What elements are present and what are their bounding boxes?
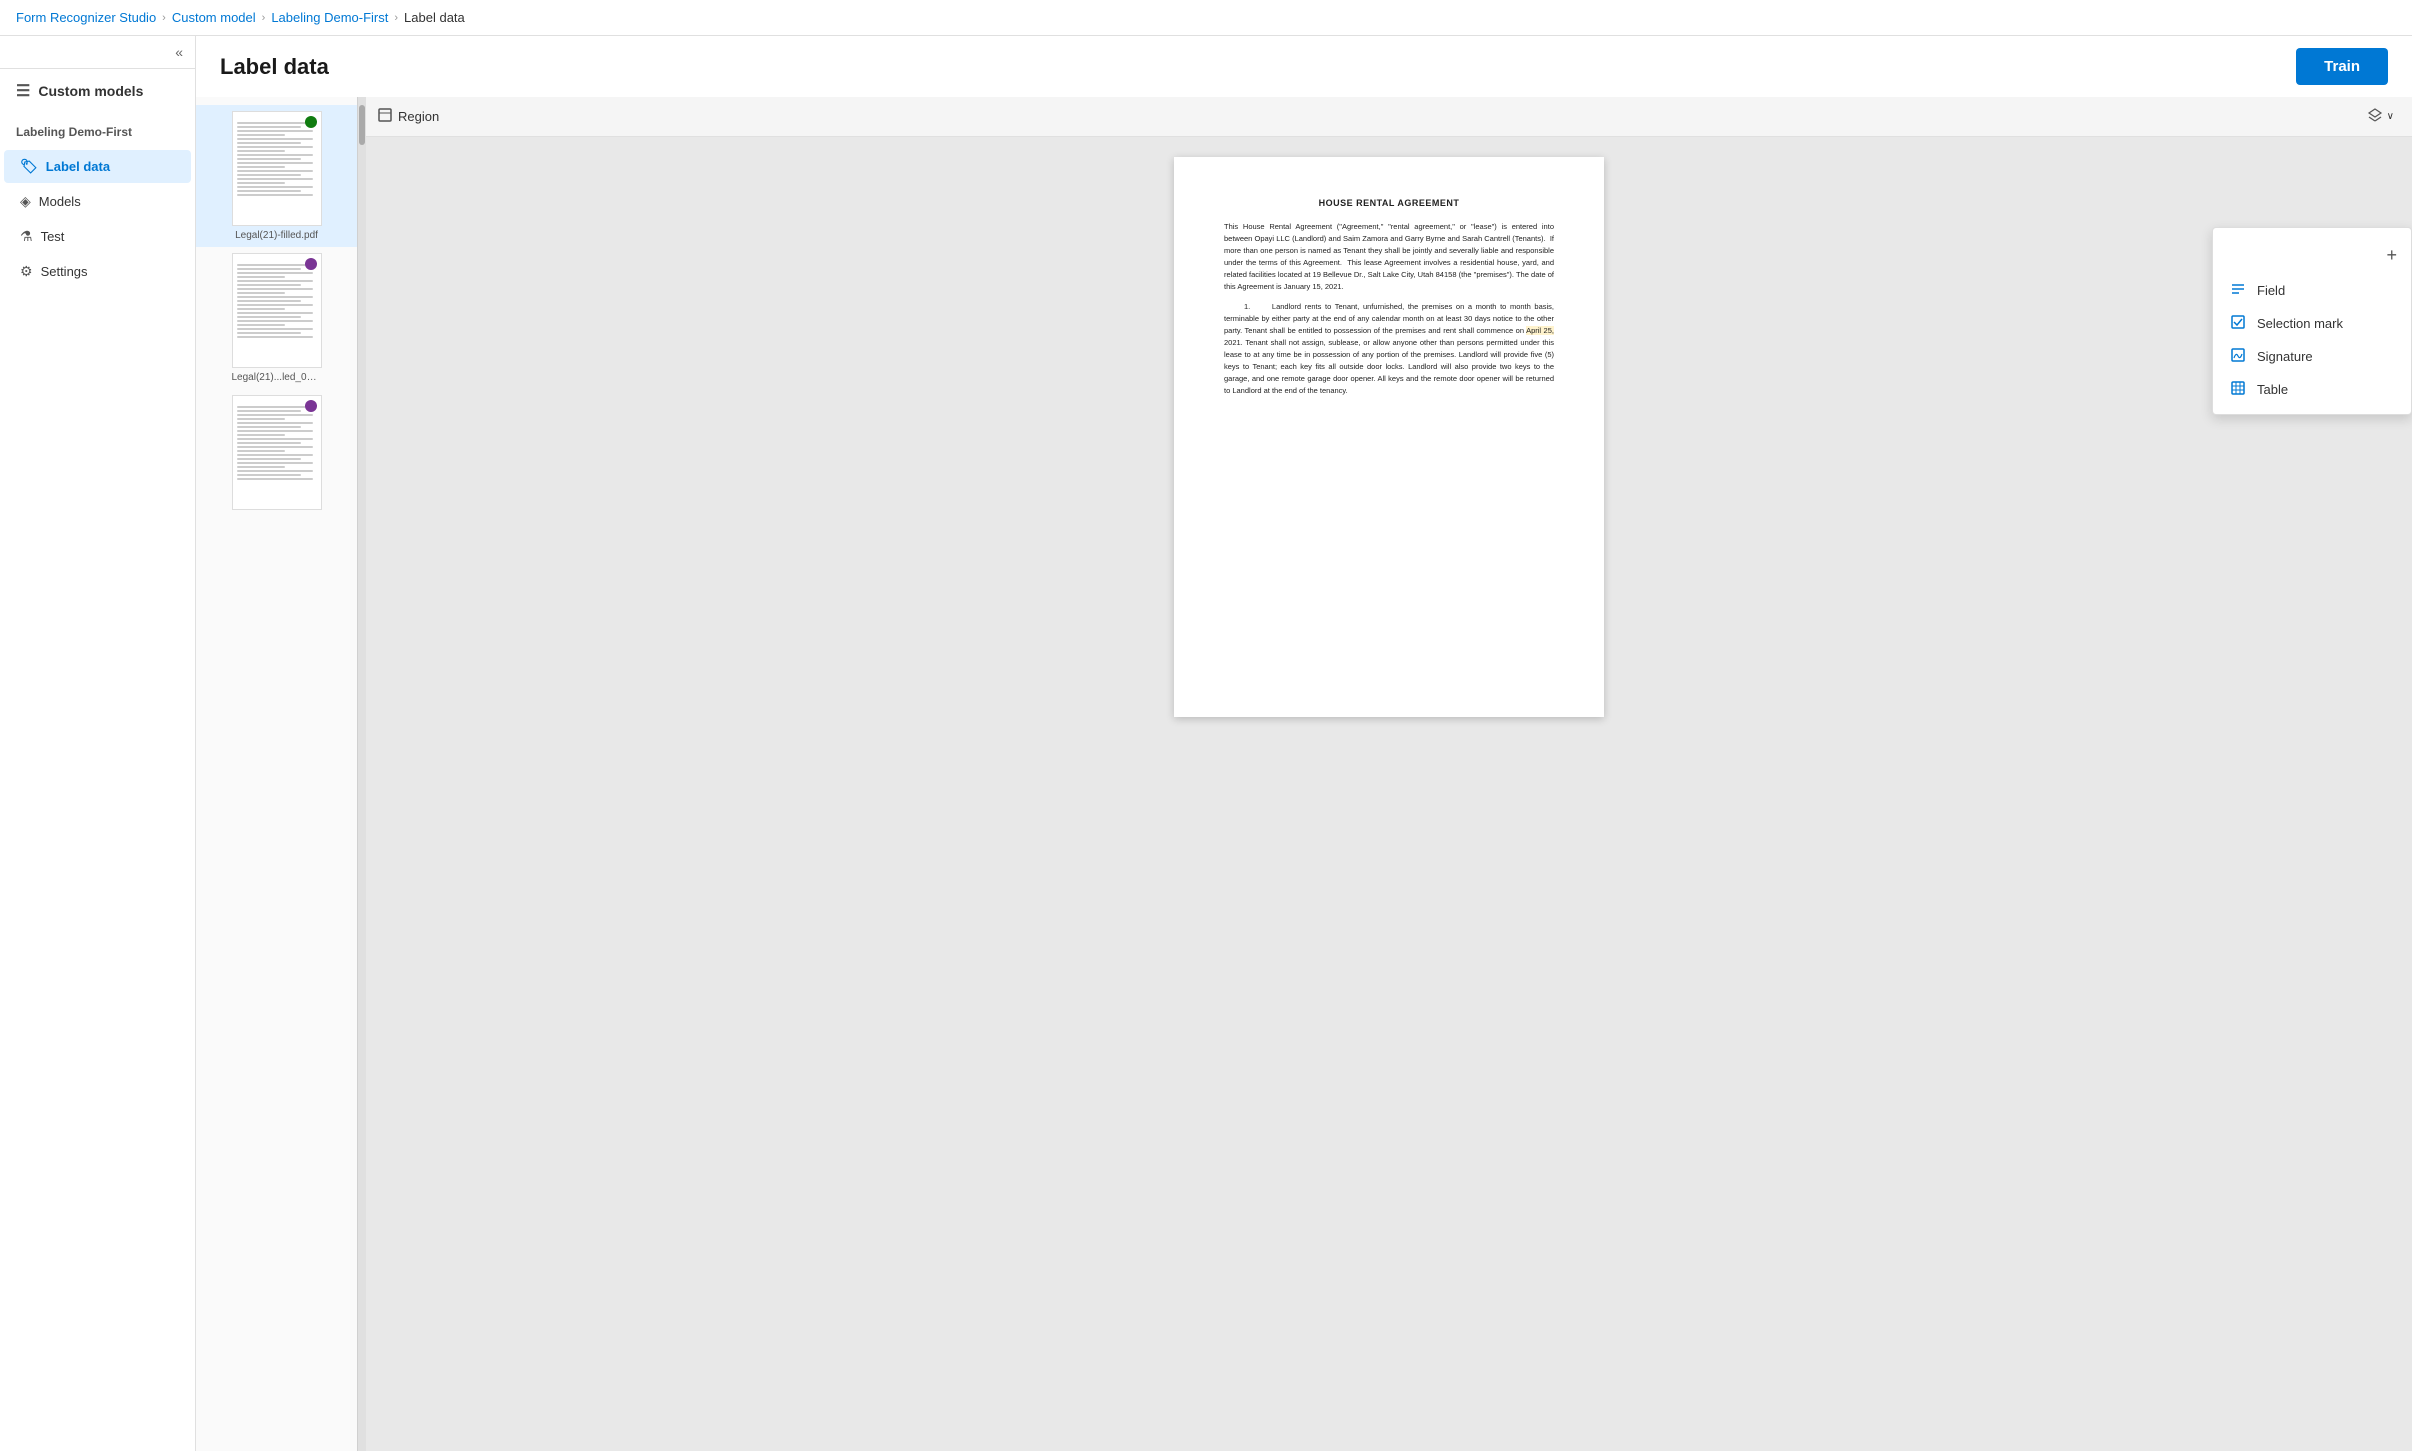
test-icon: ⚗ bbox=[20, 228, 33, 245]
label-data-icon: 🏷 bbox=[20, 158, 38, 175]
sidebar-test-text: Test bbox=[41, 229, 65, 244]
train-button[interactable]: Train bbox=[2296, 48, 2388, 85]
layers-button[interactable]: ∨ bbox=[2361, 103, 2400, 130]
file-item-0[interactable]: Legal(21)-filled.pdf bbox=[196, 105, 357, 247]
sidebar-item-label-data[interactable]: 🏷 Label data bbox=[4, 150, 191, 183]
breadcrumb-item-1[interactable]: Custom model bbox=[172, 10, 256, 25]
models-icon: ◈ bbox=[20, 193, 31, 210]
region-icon bbox=[378, 108, 392, 125]
file-status-dot-2 bbox=[305, 400, 317, 412]
file-thumbnail-0 bbox=[232, 111, 322, 226]
doc-paragraph-0: This House Rental Agreement ("Agreement,… bbox=[1224, 221, 1554, 293]
menu-item-signature-label: Signature bbox=[2257, 349, 2313, 364]
file-thumbnail-2 bbox=[232, 395, 322, 510]
doc-highlight-date: April 25, bbox=[1526, 326, 1554, 335]
menu-item-table[interactable]: Table bbox=[2213, 373, 2411, 406]
file-list-panel: Legal(21)-filled.pdf bbox=[196, 97, 366, 1451]
sidebar-settings-text: Settings bbox=[41, 264, 88, 279]
file-item-1[interactable]: Legal(21)...led_02.pdf bbox=[196, 247, 357, 389]
sidebar-label-data-text: Label data bbox=[46, 159, 110, 174]
doc-toolbar: Region ∨ bbox=[366, 97, 2412, 137]
thumb-lines-0 bbox=[237, 122, 317, 196]
app-title-label: Custom models bbox=[38, 83, 143, 99]
file-status-dot-0 bbox=[305, 116, 317, 128]
toolbar-left: Region bbox=[378, 108, 439, 125]
doc-and-right: Region ∨ bbox=[366, 97, 2412, 1451]
right-panel-header: + bbox=[2213, 236, 2411, 274]
thumb-lines-2 bbox=[237, 406, 317, 480]
document-view: HOUSE RENTAL AGREEMENT This House Rental… bbox=[366, 137, 2412, 1451]
workspace: Legal(21)-filled.pdf bbox=[196, 97, 2412, 1451]
sidebar-item-test[interactable]: ⚗ Test bbox=[4, 220, 191, 253]
page-header: Label data Train bbox=[196, 36, 2412, 97]
menu-item-field[interactable]: Field bbox=[2213, 274, 2411, 307]
right-panel-dropdown: + Field bbox=[2212, 227, 2412, 415]
signature-icon bbox=[2229, 348, 2247, 365]
document-title: HOUSE RENTAL AGREEMENT bbox=[1224, 197, 1554, 211]
sidebar-item-settings[interactable]: ⚙ Settings bbox=[4, 255, 191, 288]
file-list: Legal(21)-filled.pdf bbox=[196, 97, 357, 1451]
field-icon bbox=[2229, 282, 2247, 299]
hamburger-icon: ☰ bbox=[16, 81, 30, 101]
breadcrumb-sep-0: › bbox=[162, 12, 166, 24]
menu-item-field-label: Field bbox=[2257, 283, 2285, 298]
breadcrumb-item-0[interactable]: Form Recognizer Studio bbox=[16, 10, 156, 25]
file-thumbnail-1 bbox=[232, 253, 322, 368]
sidebar-item-models[interactable]: ◈ Models bbox=[4, 185, 191, 218]
thumb-lines-1 bbox=[237, 264, 317, 338]
file-label-0: Legal(21)-filled.pdf bbox=[235, 230, 318, 241]
sidebar-toggle-area: « bbox=[0, 36, 195, 69]
file-status-dot-1 bbox=[305, 258, 317, 270]
doc-paragraph-1: 1. Landlord rents to Tenant, unfurnished… bbox=[1224, 301, 1554, 397]
settings-icon: ⚙ bbox=[20, 263, 33, 280]
menu-item-selection-mark-label: Selection mark bbox=[2257, 316, 2343, 331]
table-icon bbox=[2229, 381, 2247, 398]
document-body: This House Rental Agreement ("Agreement,… bbox=[1224, 221, 1554, 397]
breadcrumb-item-2[interactable]: Labeling Demo-First bbox=[271, 10, 388, 25]
file-list-scrollbar[interactable] bbox=[357, 97, 365, 1451]
region-label: Region bbox=[398, 109, 439, 124]
sidebar-models-text: Models bbox=[39, 194, 81, 209]
file-panel-inner: Legal(21)-filled.pdf bbox=[196, 97, 365, 1451]
breadcrumb-item-3: Label data bbox=[404, 10, 465, 25]
content-area: Label data Train bbox=[196, 36, 2412, 1451]
toolbar-right: ∨ bbox=[2361, 103, 2400, 130]
file-label-1: Legal(21)...led_02.pdf bbox=[232, 372, 322, 383]
app-title: ☰ Custom models bbox=[0, 69, 195, 113]
menu-item-signature[interactable]: Signature bbox=[2213, 340, 2411, 373]
breadcrumb-sep-1: › bbox=[262, 12, 266, 24]
selection-mark-icon bbox=[2229, 315, 2247, 332]
document-page: HOUSE RENTAL AGREEMENT This House Rental… bbox=[1174, 157, 1604, 717]
sidebar: « ☰ Custom models Labeling Demo-First 🏷 … bbox=[0, 36, 196, 1451]
menu-item-table-label: Table bbox=[2257, 382, 2288, 397]
menu-item-selection-mark[interactable]: Selection mark bbox=[2213, 307, 2411, 340]
sidebar-section-title: Labeling Demo-First bbox=[0, 113, 195, 145]
file-item-2[interactable] bbox=[196, 389, 357, 520]
layers-icon bbox=[2367, 107, 2383, 126]
file-list-scroll-thumb[interactable] bbox=[359, 105, 365, 145]
add-field-button[interactable]: + bbox=[2384, 244, 2399, 266]
sidebar-navigation: 🏷 Label data ◈ Models ⚗ Test ⚙ Settings bbox=[0, 145, 195, 293]
breadcrumb-sep-2: › bbox=[394, 12, 398, 24]
sidebar-collapse-button[interactable]: « bbox=[171, 42, 187, 62]
breadcrumb: Form Recognizer Studio › Custom model › … bbox=[0, 0, 2412, 36]
region-tool[interactable]: Region bbox=[378, 108, 439, 125]
chevron-down-icon: ∨ bbox=[2387, 111, 2394, 122]
page-title: Label data bbox=[220, 54, 329, 80]
